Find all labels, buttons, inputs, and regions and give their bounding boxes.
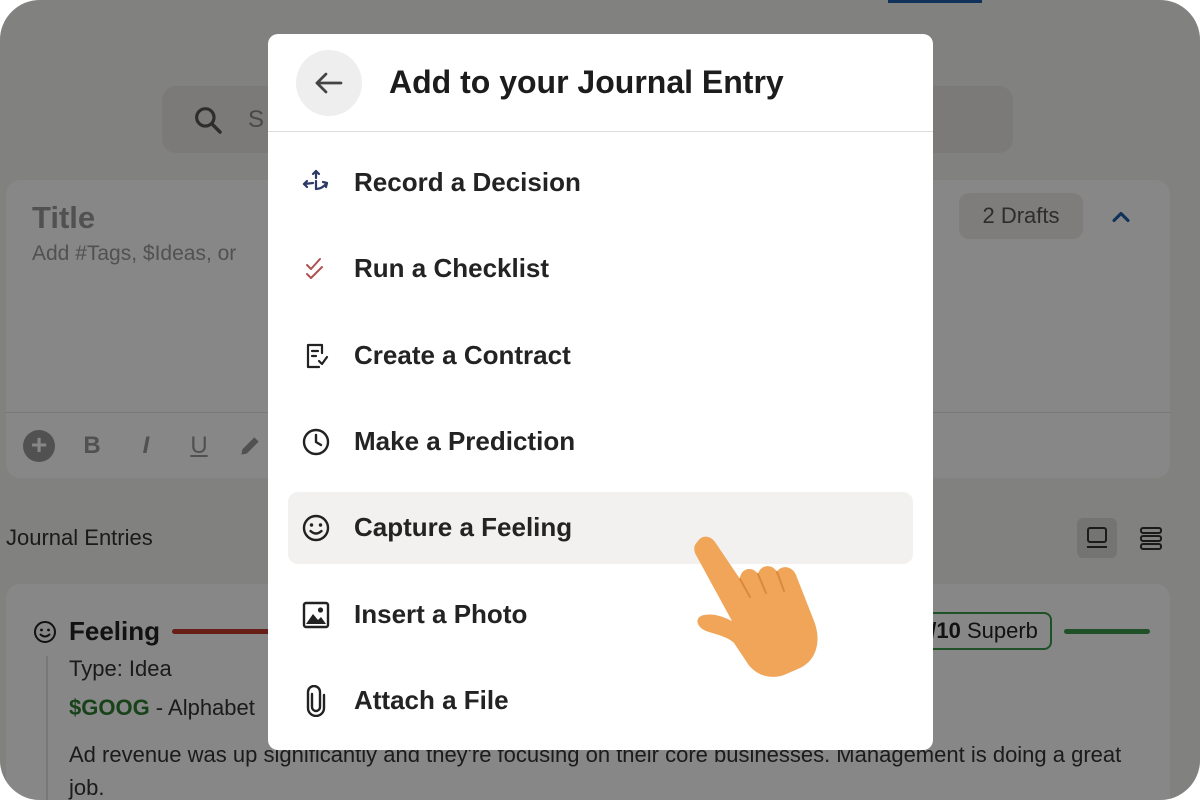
menu-item-label: Make a Prediction bbox=[354, 426, 576, 456]
arrow-left-icon bbox=[315, 72, 343, 94]
menu-item-label: Attach a File bbox=[354, 685, 509, 715]
double-check-icon bbox=[306, 258, 323, 279]
contract-icon bbox=[306, 343, 329, 369]
decision-arrows-icon bbox=[302, 169, 329, 191]
menu-item-label: Record a Decision bbox=[354, 167, 581, 197]
photo-icon bbox=[302, 601, 330, 629]
modal-title: Add to your Journal Entry bbox=[389, 64, 784, 100]
menu-item-run-checklist[interactable]: Run a Checklist bbox=[288, 233, 913, 305]
menu-item-label: Run a Checklist bbox=[354, 253, 550, 283]
back-button[interactable] bbox=[296, 50, 362, 116]
menu-item-label: Create a Contract bbox=[354, 340, 571, 370]
paperclip-icon bbox=[306, 685, 326, 717]
app-frame: S Title Add #Tags, $Ideas, or 2 Drafts +… bbox=[0, 0, 1200, 800]
modal-header: Add to your Journal Entry bbox=[268, 34, 933, 132]
menu-item-create-contract[interactable]: Create a Contract bbox=[288, 320, 913, 392]
menu-item-label: Capture a Feeling bbox=[354, 512, 573, 542]
menu-item-label: Insert a Photo bbox=[354, 599, 528, 629]
add-to-entry-modal: Add to your Journal Entry Record a Decis… bbox=[268, 34, 933, 750]
menu-item-make-prediction[interactable]: Make a Prediction bbox=[288, 406, 913, 478]
menu-item-record-decision[interactable]: Record a Decision bbox=[288, 147, 913, 219]
pointer-hand-icon bbox=[694, 536, 818, 677]
smiley-icon bbox=[302, 514, 330, 542]
clock-icon bbox=[302, 428, 330, 456]
